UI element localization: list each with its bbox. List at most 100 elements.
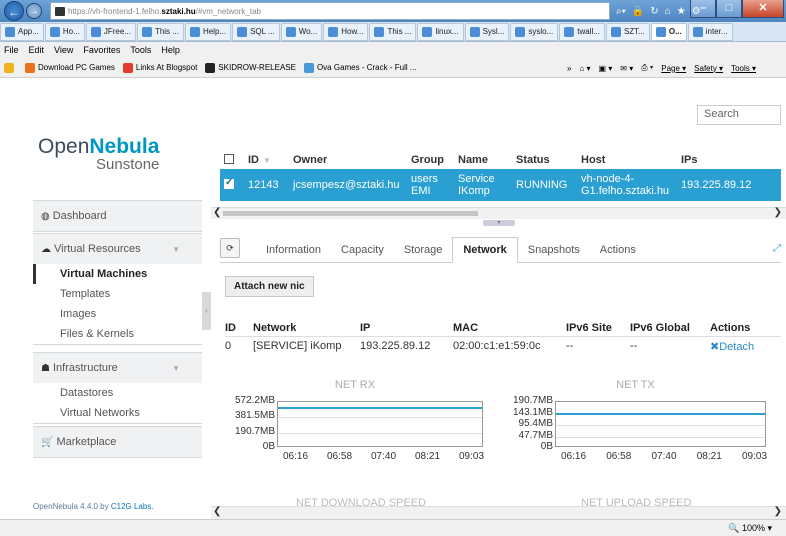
command-safety[interactable]: Safety ▾ [694,64,723,73]
browser-tab-label: Ho... [62,27,80,36]
browser-tab[interactable]: syslo... [510,22,559,41]
attach-nic-button[interactable]: Attach new nic [225,276,314,297]
col-group[interactable]: Group [411,154,458,166]
opennebula-logo[interactable]: OpenNebula Sunstone [38,136,159,173]
browser-tab[interactable]: SQL ... [232,22,280,41]
menu-item-tools[interactable]: Tools [130,45,151,55]
search-icon[interactable]: ⌕▾ [616,6,626,17]
browser-tab[interactable]: This ... [369,22,417,41]
home-icon[interactable]: ⌂ ▾ [579,64,590,73]
sidebar-item-datastores[interactable]: Datastores [33,383,202,403]
browser-tab[interactable]: Sysl... [464,22,510,41]
back-button[interactable]: ← [4,1,24,21]
grid-line [278,432,482,434]
command-tools[interactable]: Tools ▾ [731,64,756,73]
url-field[interactable]: https://vh-frontend-1.felho. sztaki.hu/#v… [50,2,610,20]
browser-tab[interactable]: linux... [417,22,464,41]
col-owner[interactable]: Owner [293,154,411,166]
page-horizontal-scrollbar[interactable]: ❮ ❯ [211,506,786,519]
favorite-link[interactable]: Links At Blogspot [122,62,197,73]
detach-button[interactable]: ✖Detach [710,340,780,353]
refresh-button[interactable]: ⟳ [220,238,240,258]
select-all-checkbox[interactable] [224,153,234,164]
panel-splitter[interactable]: ▾ [483,220,515,226]
favorite-link[interactable]: SKIDROW-RELEASE [205,62,296,73]
browser-tab[interactable]: How... [323,22,369,41]
footer-text: OpenNebula 4.4.0 by [33,502,111,511]
browser-tab[interactable]: JFree... [85,22,136,41]
browser-tab-label: This ... [387,27,412,36]
tab-information[interactable]: Information [256,244,331,262]
browser-tab[interactable]: This ... [136,22,184,41]
browser-tab[interactable]: Ho... [44,22,85,41]
table-horizontal-scrollbar[interactable]: ❮ ❯ [211,207,786,219]
forward-button[interactable]: → [26,3,42,19]
vm-owner: jcsempesz@sztaki.hu [293,179,400,191]
sidebar-item-virtual-machines[interactable]: Virtual Machines [33,264,202,284]
tab-storage[interactable]: Storage [394,244,453,262]
tab-network[interactable]: Network [452,237,518,263]
favorites-star-icon[interactable] [4,62,17,73]
browser-tab[interactable]: O... [650,22,687,41]
lock-icon[interactable]: 🔒 [632,6,644,17]
star-icon[interactable]: ★ [677,6,686,17]
sidebar-item-templates[interactable]: Templates [33,284,202,304]
nav-virtual-resources-header[interactable]: ☁ Virtual Resources ▼ [33,234,202,264]
tab-capacity[interactable]: Capacity [331,244,394,262]
sidebar-collapse-handle[interactable]: ‹ [202,292,211,330]
scroll-right-icon[interactable]: ❯ [774,506,782,517]
menu-item-view[interactable]: View [54,45,73,55]
url-suffix: /#vm_network_tab [195,6,261,16]
zoom-control[interactable]: 🔍 100% ▾ [728,523,772,534]
scroll-left-icon[interactable]: ❮ [213,506,221,517]
mail-icon[interactable]: ✉ ▾ [620,64,633,73]
scroll-right-icon[interactable]: ❯ [774,207,782,218]
menu-item-edit[interactable]: Edit [29,45,45,55]
menu-item-file[interactable]: File [4,45,19,55]
browser-tab[interactable]: App... [0,22,44,41]
nav-dashboard[interactable]: ◍ Dashboard [33,200,202,232]
browser-tab[interactable]: Help... [184,22,232,41]
col-id[interactable]: ID ▼ [248,154,293,166]
browser-tab[interactable]: twall... [559,22,605,41]
browser-tab[interactable]: inter... [687,22,733,41]
home-icon[interactable]: ⌂ [665,6,671,17]
search-input[interactable]: Search [697,105,781,125]
scroll-left-icon[interactable]: ❮ [213,207,221,218]
col-status[interactable]: Status [516,154,581,166]
menu-item-favorites[interactable]: Favorites [83,45,120,55]
favorite-link[interactable]: Ova Games - Crack - Full ... [303,62,417,73]
col-ips[interactable]: IPs [681,154,781,166]
command-page[interactable]: Page ▾ [661,64,686,73]
tab-actions[interactable]: Actions [590,244,646,262]
footer-link[interactable]: C12G Labs. [111,502,154,511]
menu-bar: File Edit View Favorites Tools Help [0,42,786,58]
favorite-link[interactable]: Download PC Games [25,62,115,73]
sidebar-item-virtual-networks[interactable]: Virtual Networks [33,403,202,423]
refresh-icon[interactable]: ↻ [650,6,658,17]
table-row[interactable]: 12143 jcsempesz@sztaki.hu usersEMI Servi… [220,169,781,201]
browser-tab-label: How... [341,27,364,36]
nav-infrastructure-header[interactable]: ☗ Infrastructure ▼ [33,353,202,383]
tab-favicon-icon [189,26,200,37]
feeds-icon[interactable]: ▣ ▾ [599,64,613,73]
expand-icon[interactable]: ⤢ [773,243,781,254]
browser-tab[interactable]: SZT... [605,22,650,41]
browser-tab[interactable]: Wo... [280,22,323,41]
y-tick-label: 190.7MB [512,395,553,406]
col-host[interactable]: Host [581,154,681,166]
browser-tab-label: Help... [202,27,227,36]
menu-item-help[interactable]: Help [161,45,180,55]
favorite-icon [205,62,216,73]
print-icon[interactable]: ⎙ ▾ [641,63,653,73]
col-name[interactable]: Name [458,154,516,166]
nav-marketplace[interactable]: 🛒 Marketplace [33,426,202,458]
sidebar-item-images[interactable]: Images [33,304,202,324]
tab-snapshots[interactable]: Snapshots [518,244,590,262]
sidebar-item-files-kernels[interactable]: Files & Kernels [33,324,202,344]
row-checkbox[interactable] [224,177,234,189]
more-icon[interactable]: » [567,64,571,73]
chart-title: NET TX [616,379,655,391]
gear-icon[interactable]: ⚙ [692,6,701,17]
scroll-thumb[interactable] [223,211,478,216]
